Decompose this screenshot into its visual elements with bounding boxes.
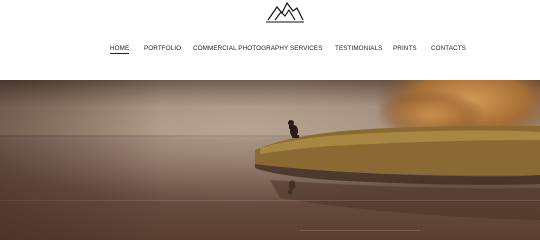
nav-item-home[interactable]: HOME (110, 44, 130, 54)
hero-image (0, 80, 540, 240)
nav-item-services[interactable]: SERVICES (290, 44, 323, 56)
site-header: HOME PORTFOLIO COMMERCIAL PHOTOGRAPHY SE… (0, 0, 540, 80)
mountains-logo-icon[interactable] (266, 0, 304, 24)
nav-item-contacts[interactable]: CONTACTS (431, 44, 466, 56)
nav-item-testimonials[interactable]: TESTIMONIALS (335, 44, 382, 56)
nav-item-portfolio[interactable]: PORTFOLIO (144, 44, 181, 56)
main-navigation: HOME PORTFOLIO COMMERCIAL PHOTOGRAPHY SE… (0, 44, 540, 56)
dog-on-misty-lakeshore-photo (0, 80, 540, 240)
nav-item-prints[interactable]: PRINTS (393, 44, 417, 56)
nav-item-commercial-photography[interactable]: COMMERCIAL PHOTOGRAPHY (193, 44, 288, 56)
